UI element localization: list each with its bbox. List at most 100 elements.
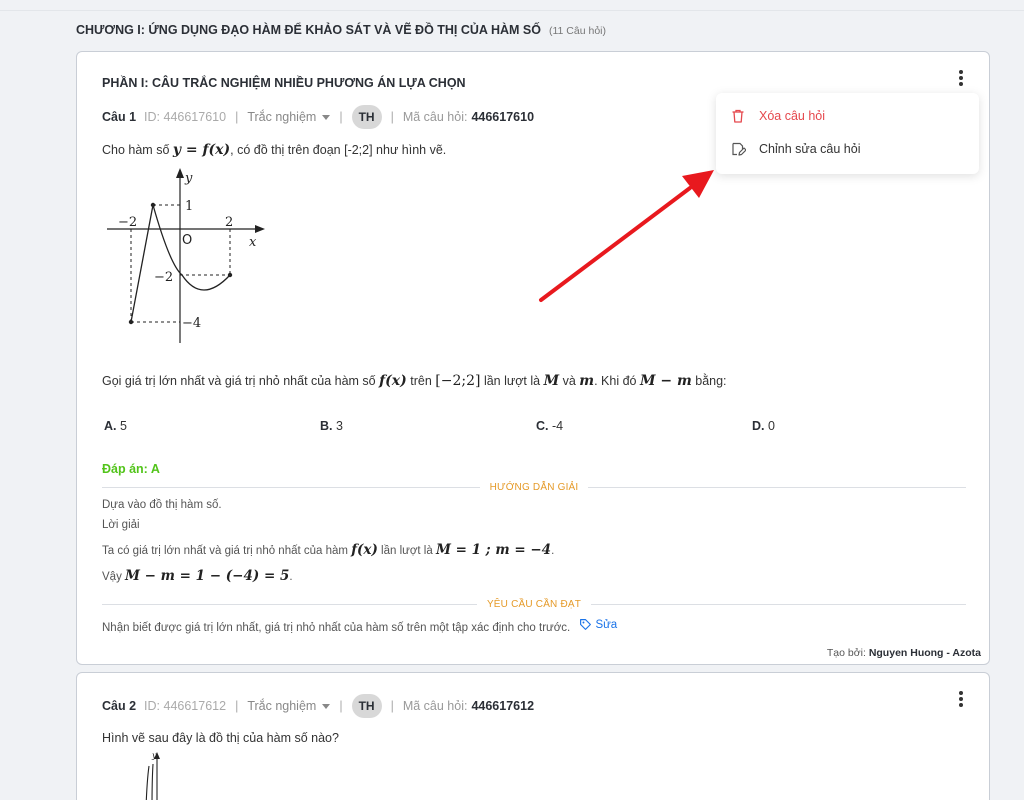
x-tick-neg2: −2 bbox=[118, 215, 137, 230]
question-stem: Hình vẽ sau đây là đồ thị của hàm số nào… bbox=[102, 731, 339, 745]
caret-down-icon bbox=[322, 114, 331, 120]
prompt-text: lần lượt là bbox=[483, 374, 541, 388]
question-code-label: Mã câu hỏi: bbox=[402, 110, 468, 124]
level-badge[interactable]: TH bbox=[351, 105, 382, 129]
caret-down-icon bbox=[322, 703, 331, 709]
guide-text: lần lượt là bbox=[381, 545, 433, 557]
more-options-icon[interactable] bbox=[953, 68, 969, 88]
question-type-label: Trắc nghiệm bbox=[247, 699, 317, 713]
question-card-2: Câu 2 ID: 446617612 | Trắc nghiệm | TH |… bbox=[76, 672, 990, 800]
guide-math: M − m = 1 − (−4) = 5 bbox=[125, 568, 290, 584]
question-type-dropdown[interactable]: Trắc nghiệm bbox=[247, 699, 331, 713]
more-options-icon[interactable] bbox=[953, 689, 969, 709]
delete-question-item[interactable]: Xóa câu hỏi bbox=[730, 108, 825, 124]
function-graph-2: y bbox=[145, 751, 160, 800]
chapter-question-count: (11 Câu hỏi) bbox=[548, 25, 606, 37]
separator: | bbox=[390, 699, 394, 713]
y-tick-1: 1 bbox=[185, 199, 193, 214]
edit-question-label: Chỉnh sửa câu hỏi bbox=[759, 142, 861, 156]
option-key: B. bbox=[320, 419, 333, 433]
question-stem: Cho hàm số y = f(x), có đồ thị trên đoạn… bbox=[102, 142, 446, 158]
option-key: D. bbox=[752, 419, 765, 433]
axis-y-label: y bbox=[151, 751, 157, 760]
edit-link-label: Sửa bbox=[595, 618, 618, 631]
option-key: A. bbox=[104, 419, 117, 433]
tag-icon bbox=[580, 619, 592, 630]
prompt-text: Gọi giá trị lớn nhất và giá trị nhỏ nhất… bbox=[102, 374, 376, 388]
question-label: Câu 1 bbox=[102, 110, 137, 124]
delete-question-label: Xóa câu hỏi bbox=[759, 109, 826, 123]
stem-pre: Cho hàm số bbox=[102, 143, 170, 157]
separator: | bbox=[339, 110, 343, 124]
question-id: ID: 446617610 bbox=[144, 110, 227, 124]
guide-text: Ta có giá trị lớn nhất và giá trị nhỏ nh… bbox=[102, 545, 348, 557]
prompt-math: f(x) bbox=[379, 373, 407, 389]
guide-text: Vậy bbox=[102, 571, 122, 583]
option-d[interactable]: D. 0 bbox=[752, 419, 775, 433]
top-divider bbox=[0, 10, 1024, 11]
stem-math: y = f(x) bbox=[172, 142, 231, 158]
option-value: 3 bbox=[335, 419, 343, 433]
prompt-math: M bbox=[543, 373, 560, 389]
require-label: YÊU CẦU CẦN ĐẠT bbox=[486, 599, 582, 610]
section-title: PHẦN I: CÂU TRẮC NGHIỆM NHIỀU PHƯƠNG ÁN … bbox=[102, 76, 466, 90]
question-id: ID: 446617612 bbox=[144, 699, 227, 713]
question-code-label: Mã câu hỏi: bbox=[402, 699, 468, 713]
option-value: -4 bbox=[551, 419, 564, 433]
question-code: 446617610 bbox=[471, 110, 535, 124]
divider-line bbox=[102, 487, 480, 488]
guide-line-4: Vậy M − m = 1 − (−4) = 5. bbox=[102, 568, 293, 584]
question-type-dropdown[interactable]: Trắc nghiệm bbox=[247, 110, 331, 124]
divider-line bbox=[591, 604, 966, 605]
prompt-text: trên bbox=[410, 374, 432, 388]
separator: | bbox=[235, 110, 239, 124]
origin-label: O bbox=[182, 233, 192, 248]
require-divider: YÊU CẦU CẦN ĐẠT bbox=[102, 599, 966, 610]
level-badge[interactable]: TH bbox=[351, 694, 382, 718]
prompt-math: m bbox=[579, 373, 595, 389]
creator-label: Tạo bởi: bbox=[826, 647, 866, 659]
prompt-math: M − m bbox=[639, 373, 692, 389]
question-header: Câu 1 ID: 446617610 | Trắc nghiệm | TH |… bbox=[102, 105, 534, 129]
guide-divider: HƯỚNG DẪN GIẢI bbox=[102, 482, 966, 493]
option-value: 0 bbox=[767, 419, 775, 433]
edit-requirement-link[interactable]: Sửa bbox=[579, 618, 617, 631]
require-text: Nhận biết được giá trị lớn nhất, giá trị… bbox=[102, 622, 571, 634]
option-b[interactable]: B. 3 bbox=[320, 419, 343, 433]
guide-text: . bbox=[289, 571, 293, 583]
question-code: 446617612 bbox=[471, 699, 535, 713]
separator: | bbox=[235, 699, 239, 713]
prompt-text: . Khi đó bbox=[594, 374, 637, 388]
prompt-text: bằng: bbox=[695, 374, 727, 388]
chapter-title-text: CHƯƠNG I: ỨNG DỤNG ĐẠO HÀM ĐỂ KHẢO SÁT V… bbox=[76, 23, 541, 37]
guide-label: HƯỚNG DẪN GIẢI bbox=[489, 482, 579, 493]
edit-question-item[interactable]: Chỉnh sửa câu hỏi bbox=[730, 141, 860, 157]
question-label: Câu 2 bbox=[102, 699, 137, 713]
option-c[interactable]: C. -4 bbox=[536, 419, 563, 433]
option-a[interactable]: A. 5 bbox=[104, 419, 127, 433]
x-tick-2: 2 bbox=[225, 215, 233, 230]
question-prompt: Gọi giá trị lớn nhất và giá trị nhỏ nhất… bbox=[102, 373, 727, 389]
creator-info: Tạo bởi: Nguyen Huong - Azota bbox=[827, 647, 981, 659]
y-tick-neg2: −2 bbox=[154, 270, 173, 285]
question-type-label: Trắc nghiệm bbox=[247, 110, 317, 124]
question-context-menu: Xóa câu hỏi Chỉnh sửa câu hỏi bbox=[716, 93, 979, 174]
correct-answer: Đáp án: A bbox=[102, 462, 160, 476]
prompt-text: và bbox=[562, 374, 576, 388]
guide-math: f(x) bbox=[351, 542, 378, 558]
axis-x-label: x bbox=[249, 235, 257, 250]
function-graph: y x O −2 1 2 −2 −4 bbox=[107, 168, 265, 343]
require-text-row: Nhận biết được giá trị lớn nhất, giá trị… bbox=[102, 618, 617, 635]
guide-math: M = 1 ; m = −4 bbox=[435, 542, 552, 558]
guide-text: . bbox=[551, 545, 555, 557]
separator: | bbox=[390, 110, 394, 124]
divider-line bbox=[588, 487, 966, 488]
creator-name: Nguyen Huong - Azota bbox=[868, 647, 981, 659]
question-header: Câu 2 ID: 446617612 | Trắc nghiệm | TH |… bbox=[102, 694, 534, 718]
axis-y-label: y bbox=[184, 171, 193, 186]
separator: | bbox=[339, 699, 343, 713]
guide-line-1: Dựa vào đồ thị hàm số. bbox=[102, 499, 222, 511]
option-value: 5 bbox=[119, 419, 127, 433]
prompt-math: [−2;2] bbox=[435, 373, 481, 389]
divider-line bbox=[102, 604, 477, 605]
